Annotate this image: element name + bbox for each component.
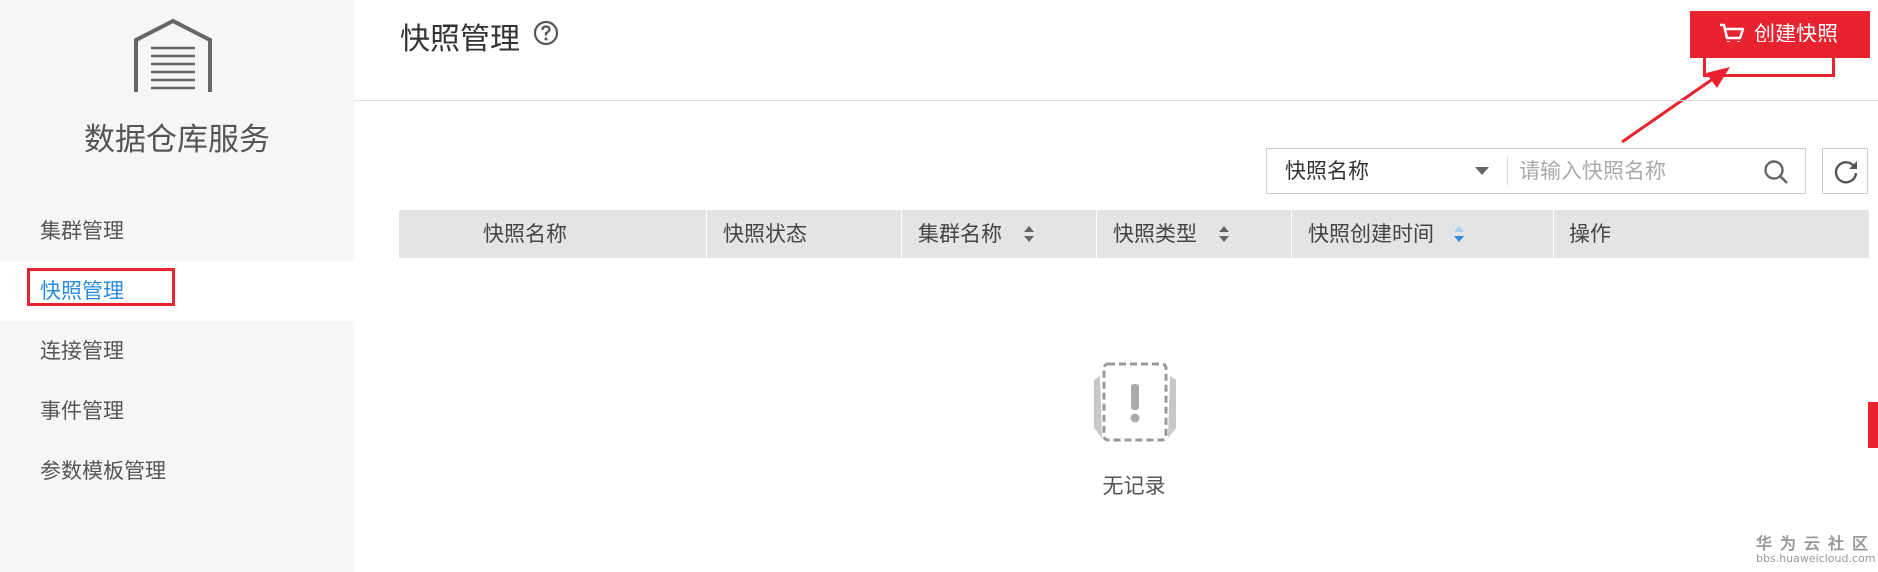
sidebar-item-connection-management[interactable]: 连接管理 xyxy=(0,321,354,381)
table-header: 快照名称 快照状态 集群名称 快照类型 快照创建时间 操作 xyxy=(399,210,1869,258)
chevron-down-icon xyxy=(1475,167,1489,175)
sidebar-item-parameter-template-management[interactable]: 参数模板管理 xyxy=(0,441,354,501)
filter-divider xyxy=(1507,157,1508,185)
empty-state-text: 无记录 xyxy=(1102,474,1166,498)
column-divider xyxy=(1291,210,1292,258)
search-icon[interactable] xyxy=(1763,159,1789,185)
annotation-arrow-icon xyxy=(1621,67,1730,144)
column-divider xyxy=(706,210,707,258)
search-field-select[interactable]: 快照名称 xyxy=(1267,149,1507,193)
column-header-snapshot-status: 快照状态 xyxy=(723,222,807,246)
column-divider xyxy=(1096,210,1097,258)
column-header-snapshot-type[interactable]: 快照类型 xyxy=(1113,210,1197,258)
annotation-highlight-box xyxy=(27,268,175,306)
column-divider xyxy=(901,210,902,258)
search-filter: 快照名称 xyxy=(1266,148,1806,194)
service-name: 数据仓库服务 xyxy=(84,122,270,158)
refresh-button[interactable] xyxy=(1822,148,1868,194)
snapshot-search-input[interactable] xyxy=(1517,150,1751,192)
watermark-url: bbs.huaweicloud.com xyxy=(1756,552,1876,565)
sort-icon[interactable] xyxy=(1023,225,1035,243)
sort-icon[interactable] xyxy=(1218,225,1230,243)
page-title: 快照管理 xyxy=(400,22,520,57)
refresh-icon xyxy=(1834,161,1858,184)
sort-active-icon[interactable] xyxy=(1453,225,1465,243)
empty-records-icon xyxy=(1094,362,1176,442)
watermark-title: 华为云社区 xyxy=(1756,534,1877,553)
column-divider xyxy=(1553,210,1554,258)
header-divider xyxy=(354,100,1878,101)
sidebar: 数据仓库服务 集群管理 快照管理 连接管理 事件管理 参数模板管理 xyxy=(0,0,354,572)
column-header-snapshot-created-time[interactable]: 快照创建时间 xyxy=(1308,210,1434,258)
column-header-cluster-name[interactable]: 集群名称 xyxy=(918,210,1002,258)
sidebar-item-cluster-management[interactable]: 集群管理 xyxy=(0,201,354,261)
data-warehouse-logo-icon xyxy=(134,18,212,92)
search-field-selected-value: 快照名称 xyxy=(1285,159,1369,183)
sidebar-item-event-management[interactable]: 事件管理 xyxy=(0,381,354,441)
column-header-actions: 操作 xyxy=(1569,222,1611,246)
floating-side-tab[interactable] xyxy=(1868,402,1878,448)
help-icon[interactable] xyxy=(533,20,559,46)
column-header-snapshot-name: 快照名称 xyxy=(483,222,567,246)
